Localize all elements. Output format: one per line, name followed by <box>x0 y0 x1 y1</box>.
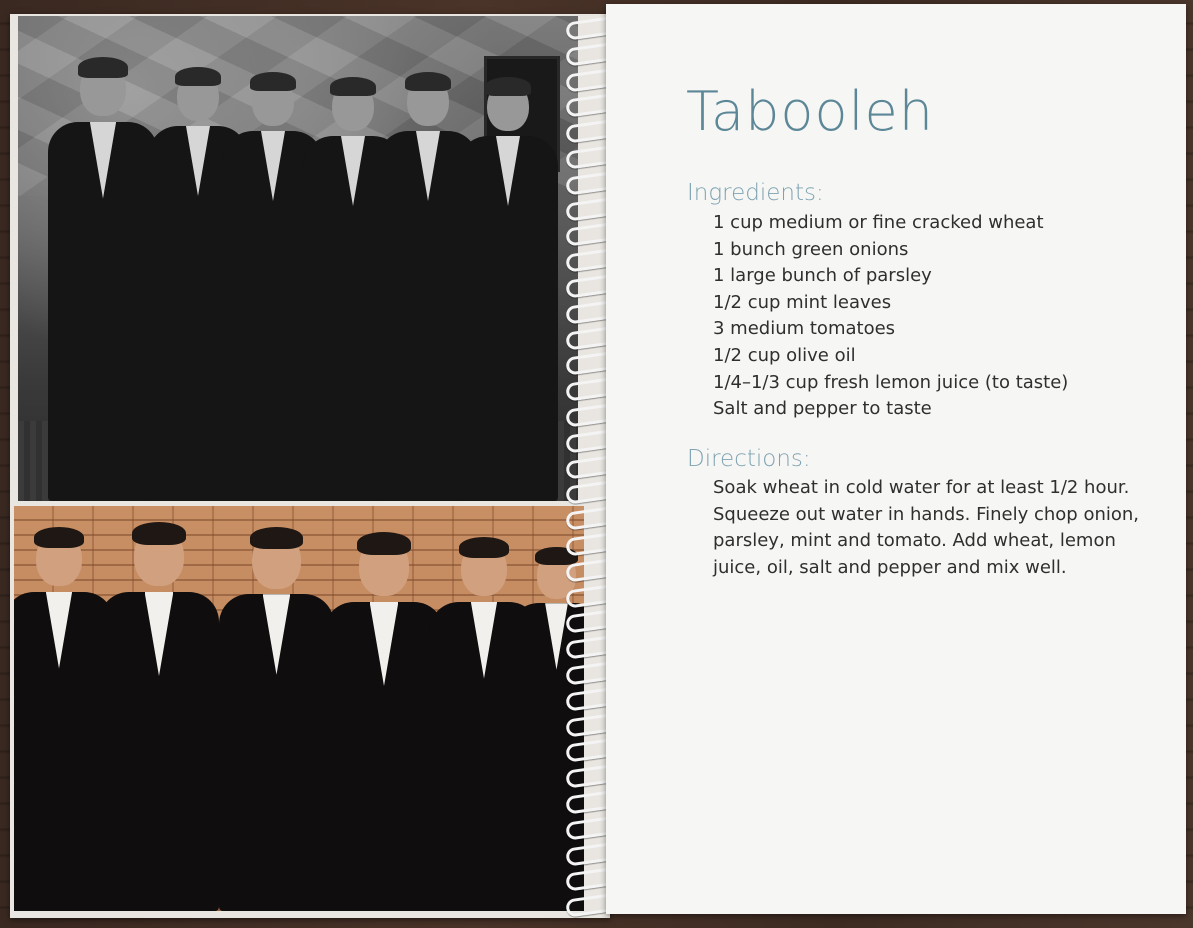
ingredient-item: 3 medium tomatoes <box>713 318 896 340</box>
ingredient-item: Salt and pepper to taste <box>713 398 932 420</box>
ingredient-item: 1 bunch green onions <box>713 238 909 260</box>
ingredient-item: 1/4–1/3 cup fresh lemon juice (to taste) <box>713 371 1069 393</box>
recipe-title: Tabooleh <box>686 80 934 143</box>
ingredient-item: 1/2 cup olive oil <box>713 344 856 366</box>
person-figure <box>324 532 444 911</box>
ingredient-item: 1/2 cup mint leaves <box>713 291 892 313</box>
person-figure <box>219 527 334 911</box>
ingredients-heading: Ingredients: <box>687 180 824 206</box>
black-and-white-group-photo <box>18 16 578 501</box>
person-figure <box>458 77 558 501</box>
ingredient-item: 1 cup medium or fine cracked wheat <box>713 212 1044 233</box>
person-figure <box>48 57 158 501</box>
directions-heading: Directions: <box>687 446 811 472</box>
ingredient-list: 1 cup medium or fine cracked wheat 1 bun… <box>713 210 1068 423</box>
color-group-photo <box>14 506 584 911</box>
ingredient-item: 1 large bunch of parsley <box>713 265 932 287</box>
directions-text: Soak wheat in cold water for at least 1/… <box>713 477 1140 578</box>
person-figure <box>99 522 219 911</box>
